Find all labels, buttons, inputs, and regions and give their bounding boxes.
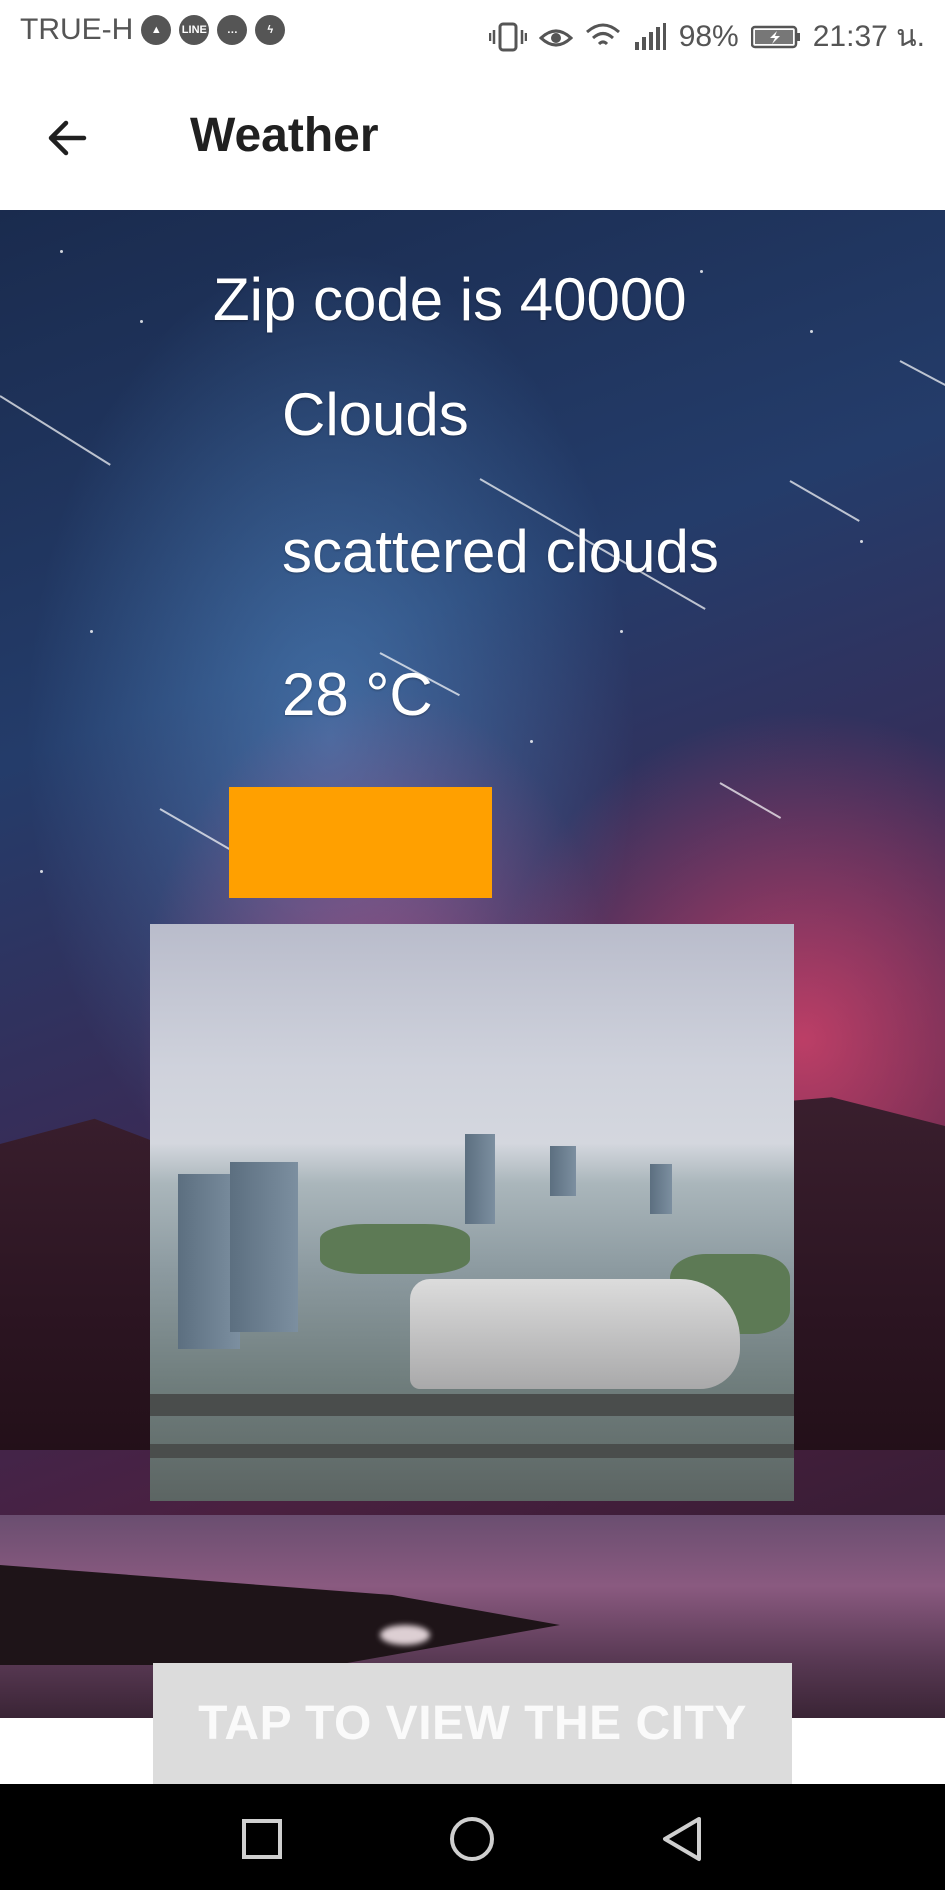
zip-code-text: Zip code is 40000 xyxy=(213,266,687,333)
meteor-streak xyxy=(899,360,945,391)
square-icon xyxy=(242,1819,282,1859)
city-building xyxy=(650,1164,672,1214)
meteor-streak xyxy=(789,480,860,522)
city-building xyxy=(465,1134,495,1224)
chat-bubble-icon: … xyxy=(217,15,248,45)
wifi-icon xyxy=(585,23,620,45)
city-building xyxy=(550,1146,576,1196)
star xyxy=(860,540,863,543)
city-trees xyxy=(320,1224,470,1274)
page-title: Weather xyxy=(190,109,379,162)
triangle-back-icon xyxy=(663,1817,701,1861)
status-left: TRUE-H ▲ LINE … ϟ xyxy=(20,13,286,47)
star xyxy=(40,870,43,873)
app-bar: Weather xyxy=(0,64,945,210)
star xyxy=(700,270,703,273)
line-icon: LINE xyxy=(179,15,210,45)
eye-icon xyxy=(538,29,573,46)
city-mall xyxy=(410,1279,740,1389)
weather-description-text: scattered clouds xyxy=(282,518,719,585)
star xyxy=(140,320,143,323)
star xyxy=(90,630,93,633)
city-photo xyxy=(150,924,794,1501)
status-right: 98% 21:37 น. xyxy=(488,13,925,60)
view-city-button[interactable]: TAP TO VIEW THE CITY xyxy=(153,1663,792,1784)
recents-button[interactable] xyxy=(232,1809,292,1869)
battery-icon xyxy=(750,25,800,48)
vibrate-icon xyxy=(488,22,527,51)
app-a-icon: ▲ xyxy=(141,15,172,45)
city-building xyxy=(230,1162,298,1332)
arrow-left-icon xyxy=(48,120,87,156)
temperature-text: 28 °C xyxy=(282,661,433,728)
meteor-streak xyxy=(719,782,782,819)
back-nav-button[interactable] xyxy=(652,1809,712,1869)
weather-icon-placeholder xyxy=(229,787,492,898)
system-nav-bar xyxy=(0,1784,945,1890)
battery-percent: 98% xyxy=(678,19,739,53)
clock: 21:37 น. xyxy=(812,20,925,53)
meteor-streak xyxy=(159,808,230,850)
weather-main-text: Clouds xyxy=(282,381,469,448)
carrier-label: TRUE-H xyxy=(20,13,134,46)
home-button[interactable] xyxy=(442,1809,502,1869)
meteor-streak xyxy=(0,395,111,466)
messenger-icon: ϟ xyxy=(255,15,286,45)
city-road xyxy=(150,1394,794,1416)
star xyxy=(620,630,623,633)
status-bar: TRUE-H ▲ LINE … ϟ 98% 21:37 น. xyxy=(0,0,945,64)
signal-icon xyxy=(634,22,666,50)
star xyxy=(810,330,813,333)
star xyxy=(530,740,533,743)
background-reflection xyxy=(380,1625,430,1645)
circle-icon xyxy=(450,1817,494,1861)
city-road xyxy=(150,1444,794,1458)
back-button[interactable] xyxy=(36,106,100,170)
weather-content: Zip code is 40000 Clouds scattered cloud… xyxy=(0,210,945,1718)
star xyxy=(60,250,63,253)
